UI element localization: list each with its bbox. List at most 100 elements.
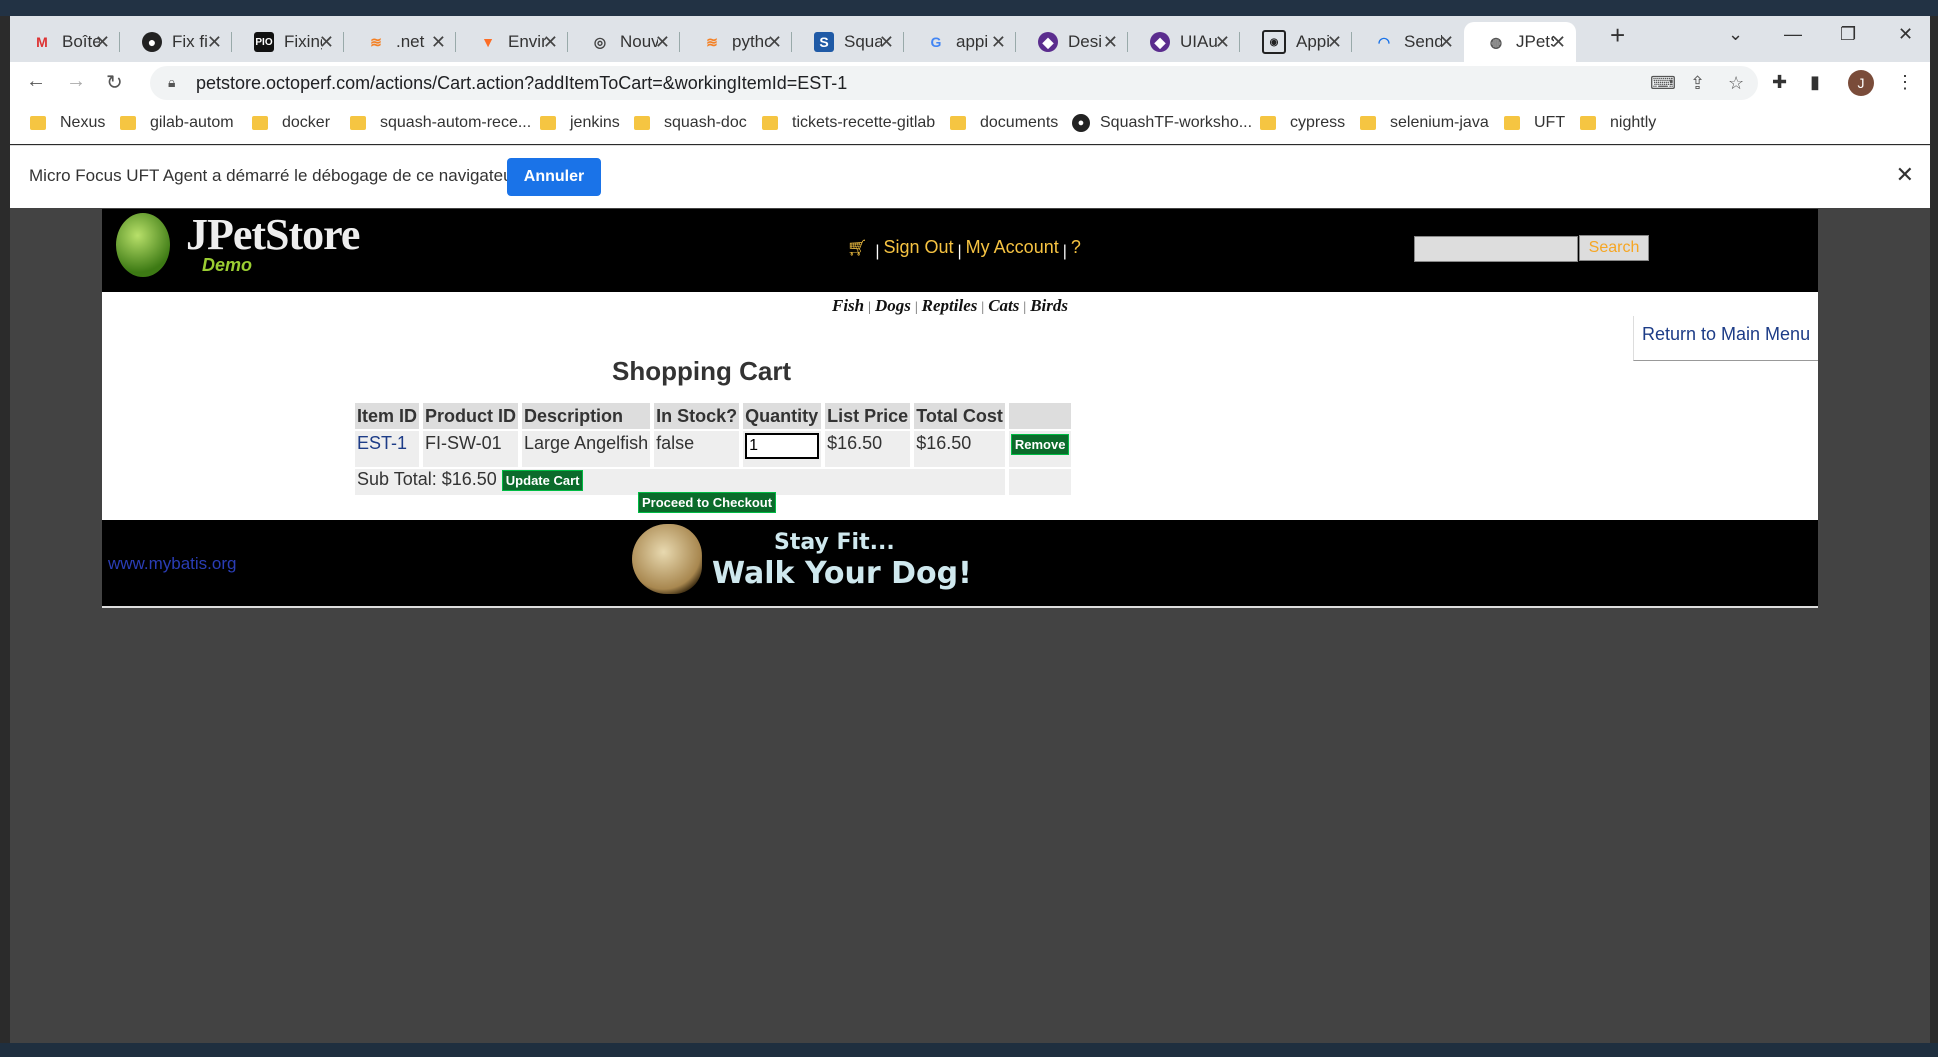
close-icon[interactable]: ✕	[991, 32, 1006, 53]
category-fish[interactable]: Fish	[832, 296, 864, 315]
stackoverflow-icon: ≋	[370, 33, 382, 50]
tab-send[interactable]: ◠ Send ✕	[1352, 22, 1464, 62]
browser-tab-bar: M Boîte ✕ ● Fix fi ✕ PIO Fixing ✕ ≋ .net…	[10, 16, 1930, 62]
reload-icon[interactable]: ↻	[106, 70, 123, 95]
cart-table: Item ID Product ID Description In Stock?…	[351, 401, 1075, 497]
quantity-cell	[743, 431, 822, 467]
tab-github[interactable]: ● Fix fi ✕	[120, 22, 232, 62]
category-reptiles[interactable]: Reptiles	[922, 296, 978, 315]
close-icon[interactable]: ✕	[1103, 32, 1118, 53]
folder-icon	[1504, 116, 1520, 130]
close-icon[interactable]: ✕	[1439, 32, 1454, 53]
new-tab-icon[interactable]: +	[1610, 20, 1625, 51]
item-id-link[interactable]: EST-1	[357, 433, 407, 453]
close-icon[interactable]: ✕	[879, 32, 894, 53]
close-icon[interactable]: ✕	[319, 32, 334, 53]
close-icon[interactable]: ✕	[1551, 32, 1566, 53]
bookmark-nexus[interactable]: Nexus	[30, 114, 105, 132]
translate-icon[interactable]: ⌨	[1650, 73, 1676, 94]
back-icon[interactable]: ←	[26, 70, 46, 93]
tab-design[interactable]: ◆ Desi ✕	[1016, 22, 1128, 62]
close-icon[interactable]: ✕	[95, 32, 110, 53]
remove-button[interactable]: Remove	[1010, 434, 1070, 455]
bookmark-label: Nexus	[60, 114, 106, 131]
address-bar[interactable]: 🔒︎ petstore.octoperf.com/actions/Cart.ac…	[150, 66, 1758, 100]
close-icon[interactable]: ✕	[207, 32, 222, 53]
main-content: Fish | Dogs | Reptiles | Cats | Birds Return to …	[102, 292, 1818, 520]
tab-squash[interactable]: S Squa ✕	[792, 22, 904, 62]
github-icon: ●	[142, 32, 162, 52]
my-account-link[interactable]: My Account	[966, 237, 1059, 258]
forward-icon[interactable]: →	[66, 70, 86, 93]
bookmark-cypress[interactable]: cypress	[1260, 114, 1345, 132]
category-birds[interactable]: Birds	[1030, 296, 1068, 315]
remove-cell: Remove	[1008, 431, 1072, 467]
category-dogs[interactable]: Dogs	[875, 296, 911, 315]
bookmark-squashtf[interactable]: ● SquashTF-worksho...	[1072, 114, 1252, 132]
quantity-input[interactable]	[745, 433, 820, 459]
close-icon[interactable]: ✕	[655, 32, 670, 53]
bookmark-nightly[interactable]: nightly	[1580, 114, 1656, 132]
bookmark-squash-autom[interactable]: squash-autom-rece...	[350, 114, 531, 132]
sign-out-link[interactable]: Sign Out	[883, 237, 953, 258]
mybatis-link[interactable]: www.mybatis.org	[108, 554, 236, 574]
tab-new[interactable]: ◎ Nouv ✕	[568, 22, 680, 62]
minimize-icon[interactable]: —	[1784, 24, 1802, 45]
lock-icon[interactable]: 🔒︎	[168, 74, 175, 91]
tab-pio[interactable]: PIO Fixing ✕	[232, 22, 344, 62]
tab-stackoverflow-python[interactable]: ≋ pytho ✕	[680, 22, 792, 62]
update-cart-button[interactable]: Update Cart	[501, 470, 584, 491]
extensions-icon[interactable]: ✚	[1772, 72, 1787, 93]
tab-gitlab[interactable]: ▼ Envir ✕	[456, 22, 568, 62]
star-icon[interactable]: ☆	[1728, 73, 1744, 94]
tab-label: JPetS	[1516, 32, 1554, 51]
bookmark-uft[interactable]: UFT	[1504, 114, 1565, 132]
url-text[interactable]: petstore.octoperf.com/actions/Cart.actio…	[196, 73, 847, 94]
side-panel-icon[interactable]: ▮	[1810, 72, 1820, 93]
bookmark-label: jenkins	[570, 114, 620, 131]
tab-uiautomation[interactable]: ◆ UIAu ✕	[1128, 22, 1240, 62]
pio-icon: PIO	[254, 32, 274, 52]
list-price-cell: $16.50	[825, 431, 911, 467]
tab-gmail[interactable]: M Boîte ✕	[10, 22, 120, 62]
slogan-line2: Walk Your Dog!	[712, 556, 972, 591]
close-window-icon[interactable]: ✕	[1898, 24, 1913, 45]
close-icon[interactable]: ✕	[1215, 32, 1230, 53]
parrot-logo-icon[interactable]	[116, 213, 170, 277]
logo-text[interactable]: JPetStore	[186, 209, 360, 260]
tab-label: Send	[1404, 32, 1442, 51]
bookmark-squash-doc[interactable]: squash-doc	[634, 114, 747, 132]
search-input[interactable]	[1414, 236, 1578, 262]
bookmark-selenium-java[interactable]: selenium-java	[1360, 114, 1489, 132]
tab-appium[interactable]: ◉ Appi ✕	[1240, 22, 1352, 62]
avatar[interactable]: J	[1848, 70, 1874, 96]
cart-icon[interactable]: 🛒︎	[847, 238, 867, 258]
tab-search-icon[interactable]: ⌄	[1728, 24, 1743, 45]
tab-jpetstore[interactable]: ◍ JPetS ✕	[1464, 22, 1576, 62]
return-main-menu-link[interactable]: Return to Main Menu	[1642, 324, 1810, 345]
restore-icon[interactable]: ❐	[1840, 24, 1856, 45]
column-header: Item ID	[355, 403, 420, 429]
tab-label: Fix fi	[172, 32, 208, 51]
bookmark-jenkins[interactable]: jenkins	[540, 114, 620, 132]
cancel-button[interactable]: Annuler	[507, 158, 601, 196]
search-button[interactable]: Search	[1579, 235, 1649, 261]
squash-icon: S	[814, 32, 834, 52]
category-cats[interactable]: Cats	[988, 296, 1019, 315]
bookmark-documents[interactable]: documents	[950, 114, 1058, 132]
proceed-to-checkout-button[interactable]: Proceed to Checkout	[638, 492, 777, 513]
share-icon[interactable]: ⇪	[1690, 73, 1705, 94]
close-icon[interactable]: ✕	[1327, 32, 1342, 53]
close-icon[interactable]: ✕	[1896, 162, 1914, 188]
bookmark-tickets[interactable]: tickets-recette-gitlab	[762, 114, 935, 132]
tab-stackoverflow-net[interactable]: ≋ .net ✕	[344, 22, 456, 62]
help-link[interactable]: ?	[1071, 237, 1081, 258]
bookmark-gilab-autom[interactable]: gilab-autom	[120, 114, 234, 132]
close-icon[interactable]: ✕	[543, 32, 558, 53]
bookmark-label: squash-doc	[664, 114, 747, 131]
bookmark-docker[interactable]: docker	[252, 114, 330, 132]
close-icon[interactable]: ✕	[767, 32, 782, 53]
menu-icon[interactable]: ⋮	[1896, 72, 1914, 93]
tab-google[interactable]: G appi ✕	[904, 22, 1016, 62]
close-icon[interactable]: ✕	[431, 32, 446, 53]
